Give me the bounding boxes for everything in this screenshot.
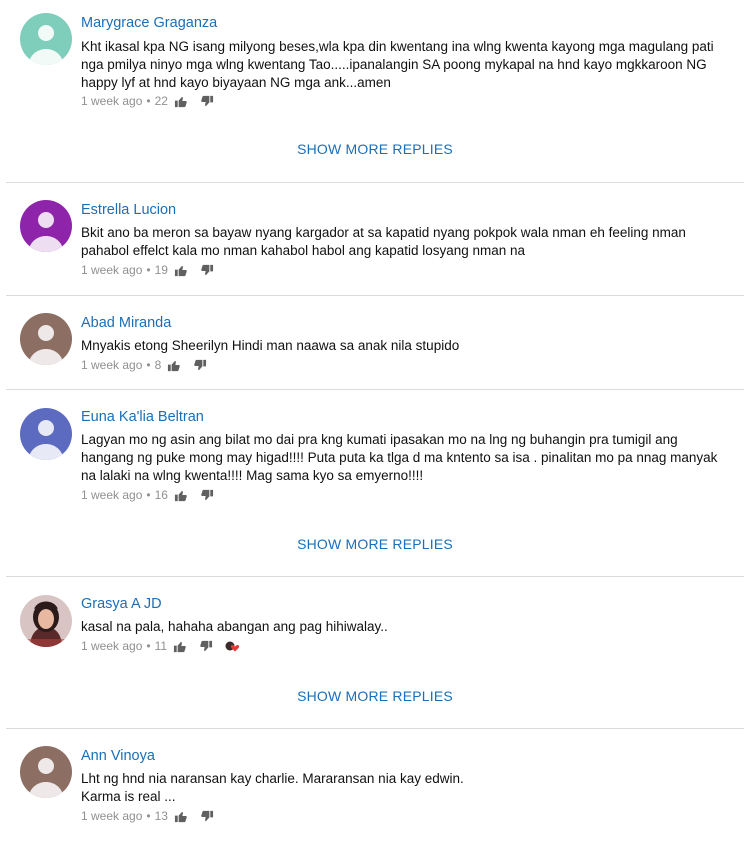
thumb-down-icon[interactable] — [201, 489, 214, 502]
show-more-replies-button[interactable]: SHOW MORE REPLIES — [0, 536, 750, 552]
comment-author[interactable]: Abad Miranda — [81, 315, 171, 331]
like-count: 11 — [154, 639, 168, 653]
comment-time: 1 week ago — [81, 358, 143, 372]
thumb-down-icon[interactable] — [201, 810, 214, 823]
thumb-up-icon[interactable] — [174, 810, 187, 823]
divider — [6, 182, 744, 183]
comment-time: 1 week ago — [81, 488, 143, 502]
show-more-replies-button[interactable]: SHOW MORE REPLIES — [0, 141, 750, 157]
separator-dot: • — [146, 358, 151, 372]
like-count: 13 — [154, 809, 168, 823]
separator-dot: • — [146, 488, 151, 502]
like-count: 16 — [154, 488, 168, 502]
avatar[interactable] — [20, 746, 72, 798]
default-avatar-icon — [20, 200, 72, 252]
comment-meta: 1 week ago • 13 — [81, 808, 214, 824]
thumb-down-icon[interactable] — [201, 264, 214, 277]
comment-meta: 1 week ago • 22 — [81, 93, 214, 109]
comment-text: Mnyakis etong Sheerilyn Hindi man naawa … — [81, 338, 460, 353]
avatar[interactable] — [20, 200, 72, 252]
like-count: 19 — [154, 263, 168, 277]
separator-dot: • — [146, 263, 151, 277]
separator-dot: • — [146, 809, 151, 823]
comment-text: Lht ng hnd nia naransan kay charlie. Mar… — [81, 771, 464, 804]
like-count: 22 — [154, 94, 168, 108]
comment-author[interactable]: Ann Vinoya — [81, 748, 155, 764]
default-avatar-icon — [20, 313, 72, 365]
comment-author[interactable]: Grasya A JD — [81, 596, 162, 612]
divider — [6, 295, 744, 296]
avatar[interactable] — [20, 313, 72, 365]
comment-meta: 1 week ago • 19 — [81, 262, 214, 278]
comment-text: Kht ikasal kpa NG isang milyong beses,wl… — [81, 39, 714, 90]
divider — [6, 728, 744, 729]
thumb-up-icon[interactable] — [174, 264, 187, 277]
comment-text: Bkit ano ba meron sa bayaw nyang kargado… — [81, 225, 686, 258]
thumb-down-icon[interactable] — [194, 359, 207, 372]
thumb-up-icon[interactable] — [173, 640, 186, 653]
comment-author[interactable]: Estrella Lucion — [81, 202, 176, 218]
profile-photo — [20, 595, 72, 647]
thumb-down-icon[interactable] — [201, 95, 214, 108]
comment-time: 1 week ago — [81, 263, 143, 277]
default-avatar-icon — [20, 13, 72, 65]
divider — [6, 576, 744, 577]
comment-time: 1 week ago — [81, 94, 143, 108]
comment-meta: 1 week ago • 16 — [81, 487, 214, 503]
avatar[interactable] — [20, 13, 72, 65]
like-count: 8 — [154, 358, 162, 372]
comment-author[interactable]: Euna Ka'lia Beltran — [81, 409, 204, 425]
thumb-up-icon[interactable] — [174, 95, 187, 108]
comment-time: 1 week ago — [81, 809, 143, 823]
default-avatar-icon — [20, 408, 72, 460]
thumb-up-icon[interactable] — [174, 489, 187, 502]
comment-time: 1 week ago — [81, 639, 143, 653]
comment-meta: 1 week ago • 11 — [81, 638, 241, 654]
default-avatar-icon — [20, 746, 72, 798]
comment-text: kasal na pala, hahaha abangan ang pag hi… — [81, 619, 388, 634]
show-more-replies-button[interactable]: SHOW MORE REPLIES — [0, 688, 750, 704]
comment-author[interactable]: Marygrace Graganza — [81, 15, 217, 31]
avatar[interactable] — [20, 595, 72, 647]
thumb-up-icon[interactable] — [167, 359, 181, 372]
comment-text: Lagyan mo ng asin ang bilat mo dai pra k… — [81, 432, 718, 483]
separator-dot: • — [146, 639, 151, 653]
comment-meta: 1 week ago • 8 — [81, 357, 207, 373]
avatar[interactable] — [20, 408, 72, 460]
creator-heart-icon — [225, 641, 240, 651]
thumb-down-icon[interactable] — [200, 640, 213, 653]
separator-dot: • — [146, 94, 151, 108]
divider — [6, 389, 744, 390]
